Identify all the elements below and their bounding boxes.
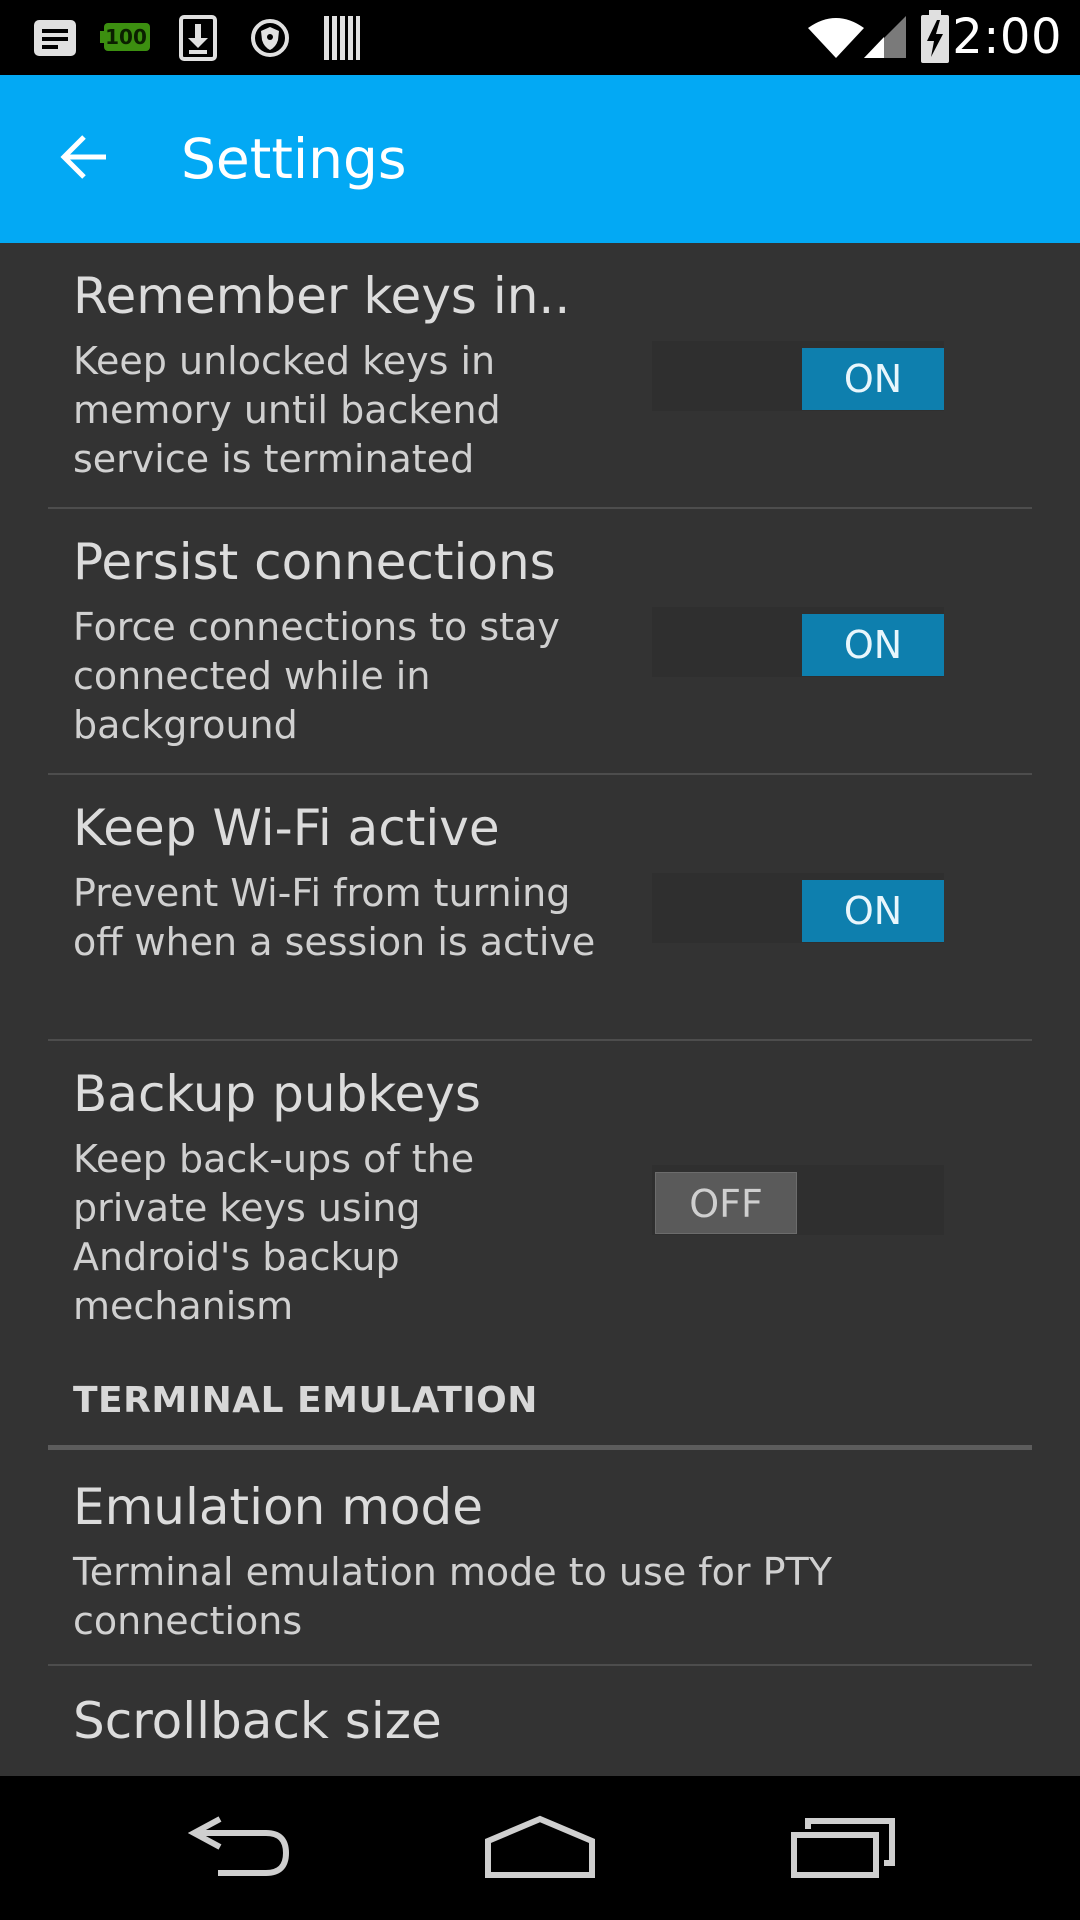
switch-persist-connections[interactable]: ON: [652, 607, 944, 677]
battery-badge-text: 100: [105, 25, 147, 49]
pref-title: Persist connections: [73, 533, 556, 591]
pref-title: Emulation mode: [73, 1478, 483, 1536]
pref-backup-pubkeys[interactable]: Backup pubkeys Keep back-ups of the priv…: [48, 1041, 1032, 1361]
nav-recents-icon[interactable]: [790, 1811, 898, 1881]
pref-summary: Keep unlocked keys in memory until backe…: [73, 339, 501, 481]
pref-remember-keys[interactable]: Remember keys in.. Keep unlocked keys in…: [48, 243, 1032, 509]
shield-icon: [251, 19, 289, 57]
switch-thumb: ON: [802, 614, 944, 676]
pref-summary: Force connections to stay connected whil…: [73, 605, 560, 747]
pref-summary: Keep back-ups of the private keys using …: [73, 1137, 475, 1328]
switch-keep-wifi-active[interactable]: ON: [652, 873, 944, 943]
screen: 100 2:00 Settings Remember keys in.. Kee…: [0, 0, 1080, 1920]
barcode-icon: [324, 16, 360, 60]
signal-icon: [864, 16, 906, 58]
app-bar: Settings: [0, 75, 1080, 243]
status-time: 2:00: [952, 9, 1062, 65]
pref-persist-connections[interactable]: Persist connections Force connections to…: [48, 509, 1032, 775]
notes-icon: [34, 20, 76, 56]
settings-list: Remember keys in.. Keep unlocked keys in…: [0, 243, 1080, 1776]
pref-keep-wifi-active[interactable]: Keep Wi-Fi active Prevent Wi-Fi from tur…: [48, 775, 1032, 1041]
pref-title: Backup pubkeys: [73, 1065, 481, 1123]
battery-charging-icon: [921, 10, 949, 63]
nav-home-icon[interactable]: [484, 1811, 596, 1881]
battery-badge-icon: 100: [100, 22, 152, 52]
switch-thumb: OFF: [655, 1172, 797, 1234]
nav-back-icon[interactable]: [188, 1811, 292, 1881]
navigation-bar: [0, 1776, 1080, 1920]
download-icon: [179, 15, 217, 61]
switch-thumb: ON: [802, 880, 944, 942]
pref-emulation-mode[interactable]: Emulation mode Terminal emulation mode t…: [48, 1450, 1032, 1666]
pref-scrollback-size[interactable]: Scrollback size: [48, 1666, 1032, 1776]
back-arrow-icon[interactable]: [58, 131, 110, 183]
pref-summary: Terminal emulation mode to use for PTY c…: [73, 1550, 832, 1643]
status-bar: 100 2:00: [0, 0, 1080, 75]
switch-thumb: ON: [802, 348, 944, 410]
page-title: Settings: [181, 127, 407, 191]
pref-title: Scrollback size: [73, 1692, 442, 1750]
switch-remember-keys[interactable]: ON: [652, 341, 944, 411]
wifi-icon: [808, 18, 864, 58]
category-terminal-emulation: TERMINAL EMULATION: [73, 1380, 538, 1421]
pref-title: Remember keys in..: [73, 267, 571, 325]
pref-title: Keep Wi-Fi active: [73, 799, 500, 857]
pref-summary: Prevent Wi-Fi from turning off when a se…: [73, 871, 596, 964]
switch-backup-pubkeys[interactable]: OFF: [652, 1165, 944, 1235]
